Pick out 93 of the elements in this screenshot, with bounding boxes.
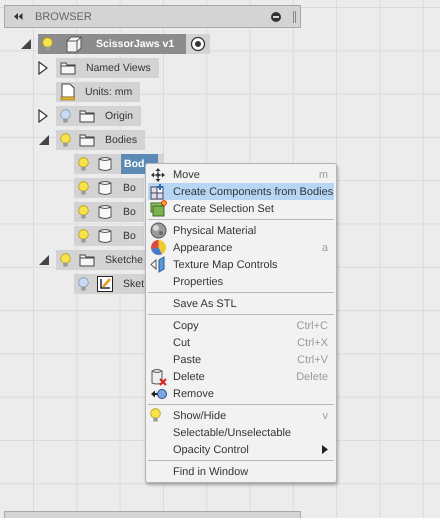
expanded-triangle-icon[interactable]	[38, 254, 50, 266]
document-ruler-icon	[60, 83, 75, 101]
collapsed-triangle-icon[interactable]	[38, 109, 48, 123]
menu-item-label: Delete	[173, 370, 206, 382]
menu-item[interactable]: Show/Hide v	[148, 407, 334, 424]
folder-icon	[79, 253, 95, 267]
menu-item-label: Properties	[173, 276, 224, 288]
tree-item-label[interactable]: Origin	[103, 106, 136, 126]
tree-item-label[interactable]: Sket	[121, 274, 146, 294]
tree-row[interactable]: Named Views	[56, 58, 159, 78]
light-bulb-icon[interactable]	[60, 252, 71, 268]
tree-item-label[interactable]: Named Views	[84, 58, 153, 78]
sphere-icon	[150, 222, 167, 239]
tree-row[interactable]: Units: mm	[56, 82, 140, 102]
collapsed-triangle-icon[interactable]	[38, 61, 48, 75]
minus-circle-icon[interactable]	[271, 12, 281, 22]
tree-row[interactable]: Bo	[74, 178, 144, 198]
tree-item-label[interactable]: Bo	[121, 178, 138, 198]
light-bulb-icon[interactable]	[78, 276, 89, 292]
light-bulb-icon[interactable]	[78, 228, 89, 244]
target-radio-icon[interactable]	[190, 36, 206, 52]
shortcut-label: v	[322, 410, 328, 422]
collapse-arrows-icon[interactable]	[14, 13, 23, 20]
cylinder-icon	[97, 156, 113, 172]
shortcut-label: a	[322, 242, 328, 254]
cylinder-icon	[97, 228, 113, 244]
menu-item[interactable]: Selectable/Unselectable	[148, 424, 334, 441]
texture-plane-icon	[150, 256, 166, 273]
menu-item-label: Remove	[173, 388, 215, 400]
menu-item[interactable]: Create Components from Bodies	[148, 183, 334, 200]
cube-icon	[65, 36, 82, 52]
grip-icon[interactable]	[293, 10, 296, 22]
shortcut-label: Ctrl+X	[297, 336, 328, 348]
menu-item-label: Opacity Control	[173, 444, 250, 456]
menu-item-label: Save As STL	[173, 298, 238, 310]
light-bulb-icon[interactable]	[78, 156, 89, 172]
menu-item[interactable]: Remove	[148, 385, 334, 402]
folder-icon	[79, 109, 95, 123]
menu-item-label: Texture Map Controls	[173, 258, 279, 270]
expanded-triangle-icon[interactable]	[38, 134, 50, 146]
light-bulb-icon[interactable]	[78, 204, 89, 220]
tree-item-label[interactable]: Bo	[121, 226, 138, 246]
tree-row[interactable]: Bo	[74, 226, 144, 246]
move-arrows-icon	[150, 166, 166, 182]
arrow-circle-icon	[150, 388, 167, 400]
menu-item-label: Create Selection Set	[173, 202, 275, 214]
tree-row[interactable]: Bo	[74, 202, 144, 222]
cylinder-icon	[97, 204, 113, 220]
menu-item-label: Show/Hide	[173, 410, 228, 422]
menu-item[interactable]: Cut Ctrl+X	[148, 334, 334, 351]
menu-item[interactable]: Delete Delete	[148, 368, 334, 385]
light-bulb-icon[interactable]	[42, 36, 53, 52]
menu-item[interactable]: Paste Ctrl+V	[148, 351, 334, 368]
shortcut-label: Ctrl+V	[297, 354, 328, 366]
color-ball-icon	[150, 239, 167, 256]
light-bulb-icon[interactable]	[60, 108, 71, 124]
light-bulb-icon[interactable]	[60, 132, 71, 148]
panel-title: BROWSER	[35, 10, 93, 22]
menu-item-label: Create Components from Bodies	[173, 186, 334, 198]
selection-set-icon	[150, 200, 167, 217]
menu-item[interactable]: Texture Map Controls	[148, 256, 334, 273]
menu-item-label: Paste	[173, 354, 202, 366]
shortcut-label: Delete	[296, 370, 328, 382]
menu-item-label: Cut	[173, 336, 192, 348]
sketch-icon	[97, 276, 113, 292]
shortcut-label: m	[318, 168, 328, 180]
cylinder-icon	[97, 180, 113, 196]
menu-item[interactable]: Appearance a	[148, 239, 334, 256]
tree-item-label[interactable]: Bo	[121, 202, 138, 222]
expanded-triangle-icon[interactable]	[20, 38, 32, 50]
menu-item-label: Selectable/Unselectable	[173, 426, 292, 438]
menu-item-label: Find in Window	[173, 466, 250, 478]
tree-row[interactable]: Bodies	[56, 130, 146, 150]
shortcut-label: Ctrl+C	[296, 320, 328, 332]
tree-item-label[interactable]: Sketche	[103, 250, 145, 270]
menu-item-label: Move	[173, 168, 201, 180]
folder-icon	[60, 61, 76, 75]
light-bulb-icon[interactable]	[150, 408, 161, 423]
menu-item[interactable]: Create Selection Set	[148, 200, 334, 217]
light-bulb-icon[interactable]	[78, 180, 89, 196]
menu-item-label: Copy	[173, 320, 200, 332]
menu-item[interactable]: Find in Window	[148, 463, 334, 480]
menu-item-label: Appearance	[173, 242, 234, 254]
menu-item[interactable]: Physical Material	[148, 222, 334, 239]
cylinder-delete-icon	[150, 368, 167, 386]
menu-item[interactable]: Save As STL	[148, 295, 334, 312]
tree-item-label[interactable]: Units: mm	[83, 82, 134, 102]
tree-item-label[interactable]: Bodies	[103, 130, 140, 150]
folder-icon	[79, 133, 95, 147]
tree-row[interactable]: Origin	[56, 106, 142, 126]
menu-item-label: Physical Material	[173, 224, 258, 236]
menu-item[interactable]: Copy Ctrl+C	[148, 317, 334, 334]
menu-item[interactable]: Opacity Control	[148, 441, 334, 458]
